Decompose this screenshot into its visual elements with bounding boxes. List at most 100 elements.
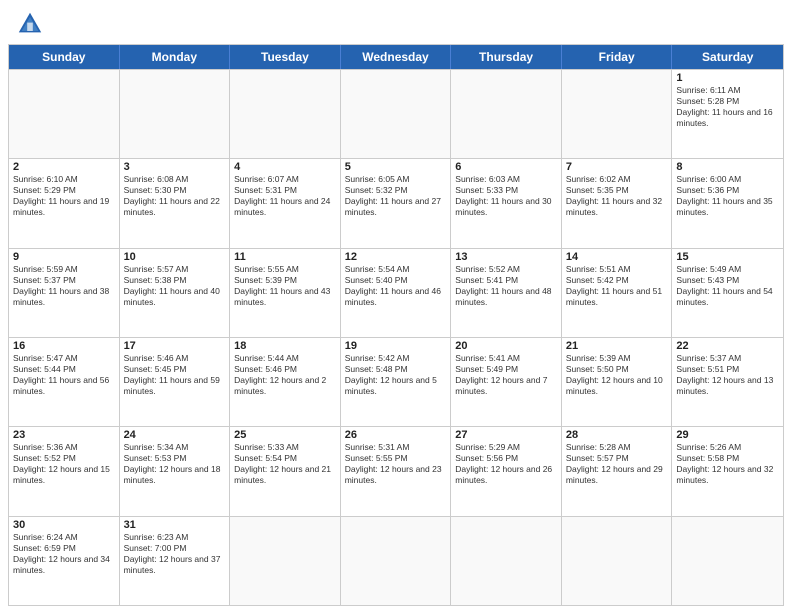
day-info: Sunrise: 6:23 AM Sunset: 7:00 PM Dayligh… [124,532,226,576]
day-number: 19 [345,340,447,352]
day-number: 10 [124,251,226,263]
day-number: 8 [676,161,779,173]
cal-cell [451,517,562,605]
day-number: 7 [566,161,668,173]
weekday-header-tuesday: Tuesday [230,45,341,69]
day-info: Sunrise: 6:08 AM Sunset: 5:30 PM Dayligh… [124,174,226,218]
cal-cell [562,70,673,158]
cal-cell [341,70,452,158]
cal-cell: 11Sunrise: 5:55 AM Sunset: 5:39 PM Dayli… [230,249,341,337]
day-info: Sunrise: 5:57 AM Sunset: 5:38 PM Dayligh… [124,264,226,308]
cal-cell [120,70,231,158]
day-info: Sunrise: 5:33 AM Sunset: 5:54 PM Dayligh… [234,442,336,486]
day-info: Sunrise: 5:39 AM Sunset: 5:50 PM Dayligh… [566,353,668,397]
weekday-header-saturday: Saturday [672,45,783,69]
cal-cell [451,70,562,158]
day-info: Sunrise: 6:07 AM Sunset: 5:31 PM Dayligh… [234,174,336,218]
cal-cell: 27Sunrise: 5:29 AM Sunset: 5:56 PM Dayli… [451,427,562,515]
cal-cell: 9Sunrise: 5:59 AM Sunset: 5:37 PM Daylig… [9,249,120,337]
page: SundayMondayTuesdayWednesdayThursdayFrid… [0,0,792,612]
day-number: 25 [234,429,336,441]
cal-cell [672,517,783,605]
day-info: Sunrise: 6:24 AM Sunset: 6:59 PM Dayligh… [13,532,115,576]
day-info: Sunrise: 5:37 AM Sunset: 5:51 PM Dayligh… [676,353,779,397]
cal-cell [562,517,673,605]
day-number: 2 [13,161,115,173]
cal-cell: 10Sunrise: 5:57 AM Sunset: 5:38 PM Dayli… [120,249,231,337]
day-number: 31 [124,519,226,531]
day-number: 24 [124,429,226,441]
cal-cell: 6Sunrise: 6:03 AM Sunset: 5:33 PM Daylig… [451,159,562,247]
day-number: 20 [455,340,557,352]
cal-cell: 18Sunrise: 5:44 AM Sunset: 5:46 PM Dayli… [230,338,341,426]
day-number: 1 [676,72,779,84]
cal-cell: 2Sunrise: 6:10 AM Sunset: 5:29 PM Daylig… [9,159,120,247]
day-info: Sunrise: 6:11 AM Sunset: 5:28 PM Dayligh… [676,85,779,129]
day-info: Sunrise: 5:34 AM Sunset: 5:53 PM Dayligh… [124,442,226,486]
week-row-5: 30Sunrise: 6:24 AM Sunset: 6:59 PM Dayli… [9,516,783,605]
day-number: 13 [455,251,557,263]
cal-cell: 14Sunrise: 5:51 AM Sunset: 5:42 PM Dayli… [562,249,673,337]
day-number: 18 [234,340,336,352]
cal-cell: 1Sunrise: 6:11 AM Sunset: 5:28 PM Daylig… [672,70,783,158]
week-row-3: 16Sunrise: 5:47 AM Sunset: 5:44 PM Dayli… [9,337,783,426]
cal-cell: 31Sunrise: 6:23 AM Sunset: 7:00 PM Dayli… [120,517,231,605]
day-info: Sunrise: 5:41 AM Sunset: 5:49 PM Dayligh… [455,353,557,397]
day-info: Sunrise: 5:52 AM Sunset: 5:41 PM Dayligh… [455,264,557,308]
week-row-4: 23Sunrise: 5:36 AM Sunset: 5:52 PM Dayli… [9,426,783,515]
day-info: Sunrise: 5:59 AM Sunset: 5:37 PM Dayligh… [13,264,115,308]
day-info: Sunrise: 6:10 AM Sunset: 5:29 PM Dayligh… [13,174,115,218]
calendar: SundayMondayTuesdayWednesdayThursdayFrid… [8,44,784,606]
cal-cell: 13Sunrise: 5:52 AM Sunset: 5:41 PM Dayli… [451,249,562,337]
day-number: 27 [455,429,557,441]
week-row-1: 2Sunrise: 6:10 AM Sunset: 5:29 PM Daylig… [9,158,783,247]
week-row-2: 9Sunrise: 5:59 AM Sunset: 5:37 PM Daylig… [9,248,783,337]
day-number: 12 [345,251,447,263]
day-number: 17 [124,340,226,352]
weekday-header-sunday: Sunday [9,45,120,69]
cal-cell: 4Sunrise: 6:07 AM Sunset: 5:31 PM Daylig… [230,159,341,247]
day-number: 21 [566,340,668,352]
weekday-header-monday: Monday [120,45,231,69]
cal-cell: 29Sunrise: 5:26 AM Sunset: 5:58 PM Dayli… [672,427,783,515]
day-info: Sunrise: 6:00 AM Sunset: 5:36 PM Dayligh… [676,174,779,218]
day-info: Sunrise: 5:36 AM Sunset: 5:52 PM Dayligh… [13,442,115,486]
day-number: 4 [234,161,336,173]
cal-cell: 25Sunrise: 5:33 AM Sunset: 5:54 PM Dayli… [230,427,341,515]
cal-cell: 30Sunrise: 6:24 AM Sunset: 6:59 PM Dayli… [9,517,120,605]
day-info: Sunrise: 5:29 AM Sunset: 5:56 PM Dayligh… [455,442,557,486]
weekday-header-wednesday: Wednesday [341,45,452,69]
cal-cell: 28Sunrise: 5:28 AM Sunset: 5:57 PM Dayli… [562,427,673,515]
cal-cell: 21Sunrise: 5:39 AM Sunset: 5:50 PM Dayli… [562,338,673,426]
logo-icon [16,10,44,38]
weekday-header-thursday: Thursday [451,45,562,69]
cal-cell: 19Sunrise: 5:42 AM Sunset: 5:48 PM Dayli… [341,338,452,426]
day-info: Sunrise: 6:02 AM Sunset: 5:35 PM Dayligh… [566,174,668,218]
day-number: 3 [124,161,226,173]
day-number: 9 [13,251,115,263]
cal-cell [9,70,120,158]
cal-cell: 12Sunrise: 5:54 AM Sunset: 5:40 PM Dayli… [341,249,452,337]
cal-cell: 17Sunrise: 5:46 AM Sunset: 5:45 PM Dayli… [120,338,231,426]
cal-cell: 7Sunrise: 6:02 AM Sunset: 5:35 PM Daylig… [562,159,673,247]
day-number: 11 [234,251,336,263]
day-number: 15 [676,251,779,263]
day-number: 6 [455,161,557,173]
day-info: Sunrise: 5:49 AM Sunset: 5:43 PM Dayligh… [676,264,779,308]
day-number: 28 [566,429,668,441]
cal-cell: 20Sunrise: 5:41 AM Sunset: 5:49 PM Dayli… [451,338,562,426]
day-number: 26 [345,429,447,441]
day-info: Sunrise: 5:28 AM Sunset: 5:57 PM Dayligh… [566,442,668,486]
cal-cell: 24Sunrise: 5:34 AM Sunset: 5:53 PM Dayli… [120,427,231,515]
cal-cell: 26Sunrise: 5:31 AM Sunset: 5:55 PM Dayli… [341,427,452,515]
cal-cell: 22Sunrise: 5:37 AM Sunset: 5:51 PM Dayli… [672,338,783,426]
day-number: 22 [676,340,779,352]
day-info: Sunrise: 6:03 AM Sunset: 5:33 PM Dayligh… [455,174,557,218]
cal-cell: 5Sunrise: 6:05 AM Sunset: 5:32 PM Daylig… [341,159,452,247]
calendar-body: 1Sunrise: 6:11 AM Sunset: 5:28 PM Daylig… [9,69,783,605]
cal-cell [230,70,341,158]
day-number: 29 [676,429,779,441]
cal-cell [230,517,341,605]
week-row-0: 1Sunrise: 6:11 AM Sunset: 5:28 PM Daylig… [9,69,783,158]
day-info: Sunrise: 5:26 AM Sunset: 5:58 PM Dayligh… [676,442,779,486]
